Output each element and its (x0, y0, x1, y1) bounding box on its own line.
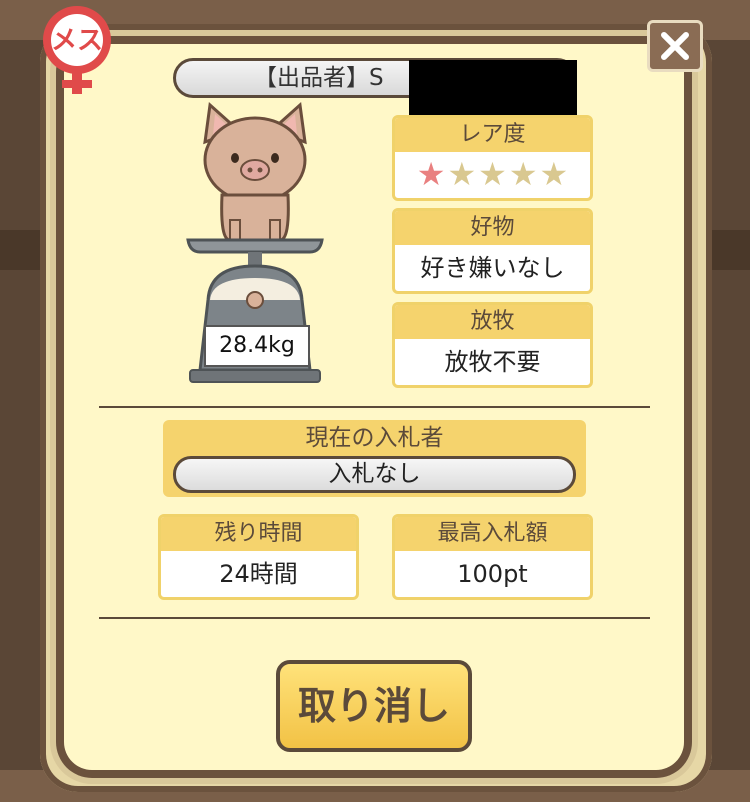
current-bidder-title: 現在の入札者 (305, 425, 444, 451)
rarity-panel: レア度 ★ ★ ★ ★ ★ (392, 115, 593, 201)
star-icon: ★ (478, 155, 507, 193)
female-symbol-icon: メス (43, 6, 111, 94)
cancel-button[interactable]: 取り消し (276, 660, 472, 752)
highest-bid-title: 最高入札額 (395, 517, 590, 551)
favorite-title: 好物 (395, 211, 590, 245)
divider-top (99, 406, 650, 408)
current-bidder-panel: 現在の入札者 入札なし (163, 420, 586, 497)
seller-label: 【出品者】S (254, 65, 384, 91)
favorite-panel: 好物 好き嫌いなし (392, 208, 593, 294)
star-icon: ★ (416, 155, 446, 193)
rarity-title: レア度 (395, 118, 590, 152)
close-button[interactable] (647, 20, 703, 72)
divider-bottom (99, 617, 650, 619)
star-icon: ★ (539, 155, 569, 193)
grazing-title: 放牧 (395, 305, 590, 339)
star-icon: ★ (508, 155, 538, 193)
grazing-value: 放牧不要 (444, 348, 541, 376)
highest-bid-value: 100pt (457, 560, 528, 588)
remaining-time-panel: 残り時間 24時間 (158, 514, 359, 600)
current-bidder-value: 入札なし (173, 456, 576, 493)
weight-readout: 28.4kg (204, 325, 310, 367)
remaining-time-title: 残り時間 (161, 517, 356, 551)
star-icon: ★ (447, 155, 477, 193)
grazing-panel: 放牧 放牧不要 (392, 302, 593, 388)
remaining-time-value: 24時間 (219, 560, 298, 588)
highest-bid-panel: 最高入札額 100pt (392, 514, 593, 600)
redacted-seller-name (409, 60, 577, 118)
gender-badge-label: メス (51, 26, 103, 56)
favorite-value: 好き嫌いなし (420, 254, 565, 282)
close-icon (661, 32, 689, 60)
rarity-stars: ★ ★ ★ ★ ★ (395, 152, 590, 196)
